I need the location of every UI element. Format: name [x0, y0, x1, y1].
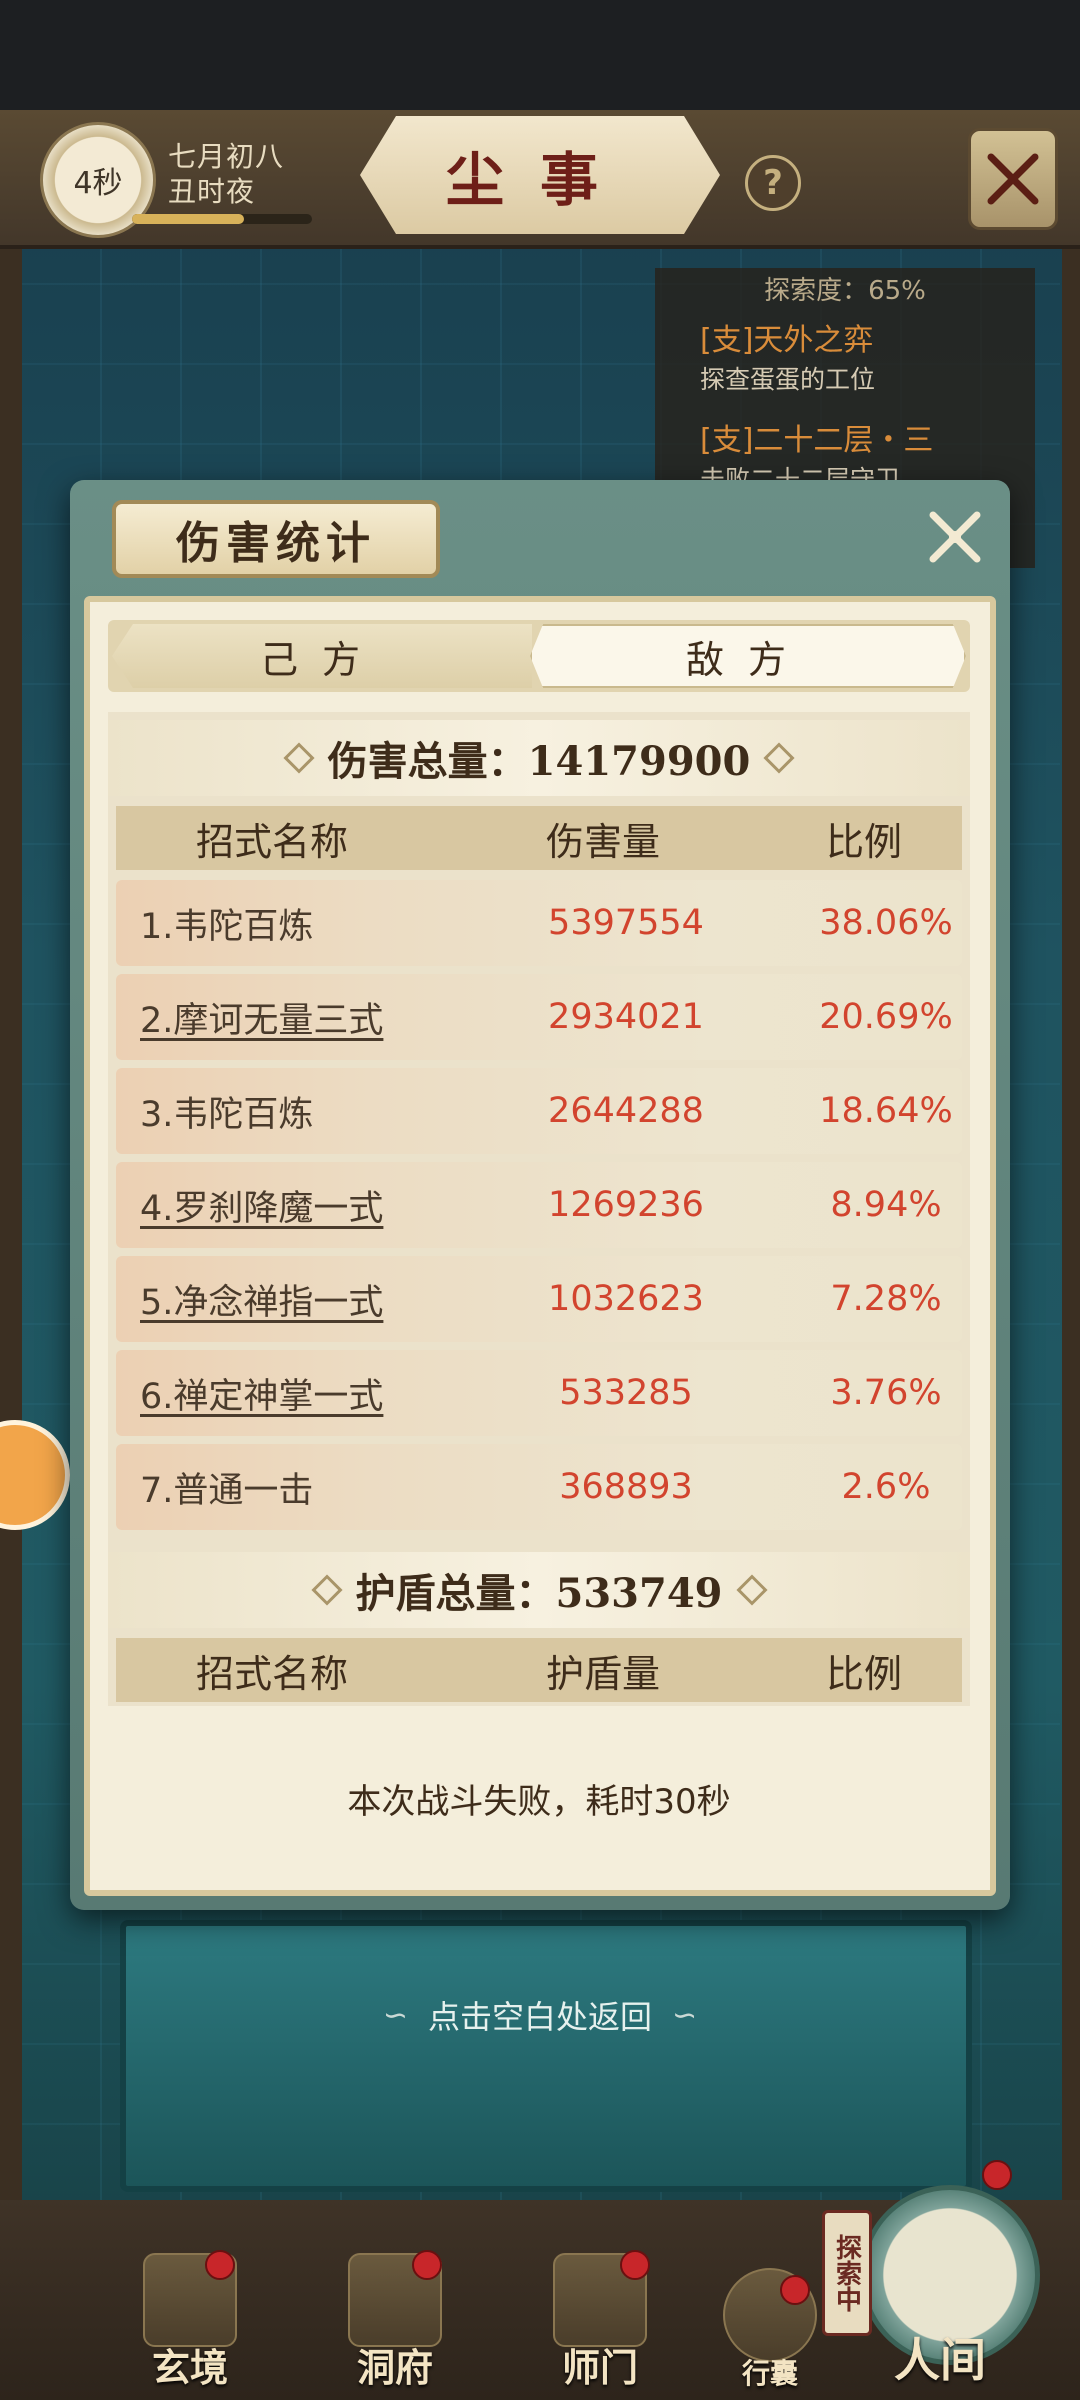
damage-ratio: 2.6% — [841, 1467, 931, 1507]
skill-name: 1.韦陀百炼 — [140, 906, 314, 947]
column-header-shield: 护盾量 — [546, 1651, 661, 1696]
lunar-date: 七月初八 — [168, 140, 285, 173]
damage-ratio: 8.94% — [830, 1185, 942, 1225]
table-row: 3.韦陀百炼 2644288 18.64% — [116, 1068, 962, 1154]
scene-frame-right — [1062, 110, 1080, 2310]
quest-desc: 探查蛋蛋的工位 — [700, 365, 876, 394]
skill-name-link[interactable]: 2.摩诃无量三式 — [140, 974, 383, 1060]
column-header-damage: 伤害量 — [546, 819, 661, 864]
damage-value: 368893 — [559, 1467, 693, 1507]
table-row: 1.韦陀百炼 5397554 38.06% — [116, 880, 962, 966]
column-header-ratio: 比例 — [826, 1651, 903, 1696]
close-scene-button[interactable] — [968, 128, 1058, 230]
nav-label: 玄境 — [151, 2345, 228, 2390]
tab-enemy-side[interactable]: 敌方 — [530, 624, 966, 688]
explore-progress[interactable]: 探索度：65% — [655, 268, 1035, 308]
notification-dot-icon — [982, 2160, 1012, 2190]
table-row: 2.摩诃无量三式 2934021 20.69% — [116, 974, 962, 1060]
scene-platform — [120, 1920, 972, 2192]
column-header-skill: 招式名称 — [196, 819, 349, 864]
damage-ratio: 3.76% — [830, 1373, 942, 1413]
table-row: 4.罗刹降魔一式 1269236 8.94% — [116, 1162, 962, 1248]
table-row: 6.禅定神掌一式 533285 3.76% — [116, 1350, 962, 1436]
cloud-ornament-icon: ∽ — [382, 1997, 408, 2033]
scene-title: 尘事 — [360, 116, 720, 234]
shield-table-header: 招式名称 护盾量 比例 — [116, 1638, 962, 1702]
column-header-ratio: 比例 — [826, 819, 903, 864]
diamond-ornament-icon — [763, 742, 795, 774]
damage-value: 2644288 — [548, 1091, 704, 1131]
column-header-skill: 招式名称 — [196, 1651, 349, 1696]
tap-to-return-hint[interactable]: ∽ 点击空白处返回 ∽ — [200, 1985, 880, 2045]
skill-name: 7.普通一击 — [140, 1470, 314, 1511]
time-of-day: 丑时夜 — [168, 175, 256, 208]
notification-dot-icon — [780, 2275, 810, 2305]
damage-ratio: 18.64% — [819, 1091, 953, 1131]
cloud-ornament-icon: ∽ — [672, 1997, 698, 2033]
diamond-ornament-icon — [283, 742, 315, 774]
close-icon — [929, 511, 981, 563]
damage-value: 1032623 — [548, 1279, 704, 1319]
table-row: 5.净念禅指一式 1032623 7.28% — [116, 1256, 962, 1342]
nav-label: 行囊 — [741, 2357, 798, 2390]
skill-name-link[interactable]: 4.罗刹降魔一式 — [140, 1162, 383, 1248]
nav-item-shimen[interactable]: 师门 — [520, 2252, 680, 2392]
damage-value: 1269236 — [548, 1185, 704, 1225]
help-button[interactable]: ? — [745, 155, 801, 211]
damage-total-heading: 伤害总量：14179900 — [108, 720, 970, 796]
damage-value: 5397554 — [548, 903, 704, 943]
notification-dot-icon — [412, 2250, 442, 2280]
nav-label: 师门 — [561, 2345, 638, 2390]
dialog-close-button[interactable] — [915, 500, 995, 574]
nav-label: 人间 — [894, 2333, 986, 2387]
shield-total-text: 护盾总量：533749 — [355, 1570, 723, 1617]
return-hint-text: 点击空白处返回 — [427, 1998, 652, 2036]
nav-item-renjian[interactable]: 人间 — [860, 2250, 1020, 2390]
tab-own-side[interactable]: 己方 — [112, 624, 532, 688]
close-icon — [987, 153, 1039, 205]
damage-table-header: 招式名称 伤害量 比例 — [116, 806, 962, 870]
nav-item-xuanjing[interactable]: 玄境 — [110, 2252, 270, 2392]
skill-name-link[interactable]: 5.净念禅指一式 — [140, 1256, 383, 1342]
damage-ratio: 7.28% — [830, 1279, 942, 1319]
nav-label: 洞府 — [356, 2345, 433, 2390]
damage-value: 533285 — [559, 1373, 693, 1413]
explore-progress-label: 探索度：65% — [764, 275, 926, 306]
diamond-ornament-icon — [310, 1574, 343, 1606]
nav-item-dongfu[interactable]: 洞府 — [315, 2252, 475, 2392]
battle-result-text: 本次战斗失败，耗时30秒 — [347, 1781, 731, 1822]
damage-ratio: 38.06% — [819, 903, 953, 943]
quest-title[interactable]: [支]二十二层・三 — [700, 415, 933, 459]
damage-value: 2934021 — [548, 997, 704, 1037]
quest-title[interactable]: [支]天外之弈 — [700, 315, 873, 359]
damage-total-text: 伤害总量：14179900 — [327, 738, 751, 785]
table-row: 7.普通一击 368893 2.6% — [116, 1444, 962, 1530]
notification-dot-icon — [205, 2250, 235, 2280]
notification-dot-icon — [620, 2250, 650, 2280]
damage-ratio: 20.69% — [819, 997, 953, 1037]
dialog-title: 伤害统计 — [112, 500, 440, 578]
scene-frame-left — [0, 110, 22, 2310]
shield-total-heading: 护盾总量：533749 — [108, 1552, 970, 1628]
diamond-ornament-icon — [735, 1574, 768, 1606]
time-progress-fill — [132, 214, 244, 224]
skill-name-link[interactable]: 6.禅定神掌一式 — [140, 1350, 383, 1436]
skill-name: 3.韦陀百炼 — [140, 1094, 314, 1135]
